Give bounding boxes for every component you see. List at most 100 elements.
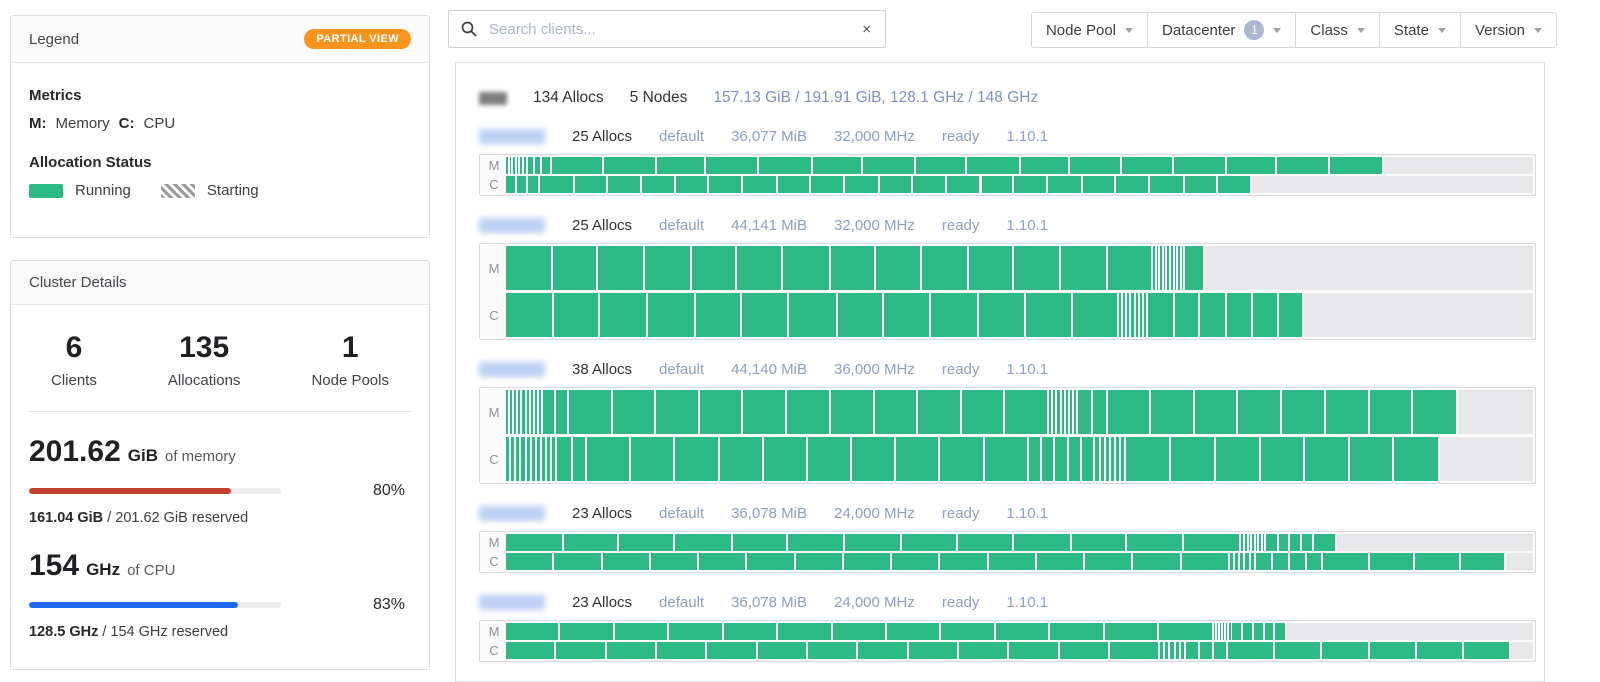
allocation-segment[interactable] bbox=[517, 176, 526, 193]
allocation-segment[interactable] bbox=[534, 390, 537, 434]
allocation-segment[interactable] bbox=[606, 642, 655, 659]
allocation-segment[interactable] bbox=[896, 437, 939, 481]
allocation-segment[interactable] bbox=[967, 157, 1019, 174]
allocation-segment[interactable] bbox=[506, 390, 509, 434]
allocation-segment[interactable] bbox=[757, 642, 806, 659]
allocation-segment[interactable] bbox=[587, 437, 630, 481]
memory-bar[interactable] bbox=[506, 623, 1533, 640]
allocation-segment[interactable] bbox=[1119, 293, 1122, 337]
allocation-segment[interactable] bbox=[542, 390, 555, 434]
allocation-segment[interactable] bbox=[917, 390, 960, 434]
allocation-segment[interactable] bbox=[1028, 437, 1041, 481]
allocation-segment[interactable] bbox=[778, 176, 809, 193]
allocation-segment[interactable] bbox=[554, 553, 601, 570]
allocation-segment[interactable] bbox=[1156, 246, 1159, 290]
allocation-segment[interactable] bbox=[1329, 157, 1383, 174]
cpu-bar[interactable] bbox=[506, 642, 1533, 659]
allocation-segment[interactable] bbox=[518, 390, 521, 434]
filter-datacenter[interactable]: Datacenter 1 bbox=[1148, 13, 1297, 47]
allocation-segment[interactable] bbox=[1116, 176, 1148, 193]
filter-state[interactable]: State bbox=[1379, 13, 1461, 47]
allocation-segment[interactable] bbox=[1175, 642, 1179, 659]
allocation-segment[interactable] bbox=[514, 390, 517, 434]
allocation-segment[interactable] bbox=[995, 623, 1049, 640]
allocation-segment[interactable] bbox=[1123, 293, 1126, 337]
allocation-segment[interactable] bbox=[655, 390, 699, 434]
allocation-segment[interactable] bbox=[541, 157, 551, 174]
allocation-segment[interactable] bbox=[1135, 293, 1138, 337]
allocation-segment[interactable] bbox=[1275, 642, 1321, 659]
allocation-segment[interactable] bbox=[552, 157, 602, 174]
allocation-segment[interactable] bbox=[538, 390, 541, 434]
allocation-segment[interactable] bbox=[1048, 176, 1082, 193]
allocation-segment[interactable] bbox=[908, 642, 957, 659]
allocation-segment[interactable] bbox=[1153, 246, 1155, 290]
allocation-segment[interactable] bbox=[1126, 437, 1170, 481]
allocation-segment[interactable] bbox=[1014, 246, 1059, 290]
allocation-segment[interactable] bbox=[1275, 623, 1285, 640]
allocation-segment[interactable] bbox=[520, 157, 522, 174]
allocation-segment[interactable] bbox=[600, 293, 646, 337]
allocation-segment[interactable] bbox=[1213, 623, 1216, 640]
allocation-segment[interactable] bbox=[691, 246, 736, 290]
allocation-segment[interactable] bbox=[552, 437, 556, 481]
memory-bar[interactable] bbox=[506, 157, 1533, 174]
allocation-segment[interactable] bbox=[1195, 390, 1237, 434]
allocation-segment[interactable] bbox=[988, 553, 1035, 570]
allocation-segment[interactable] bbox=[1414, 553, 1460, 570]
allocation-segment[interactable] bbox=[1230, 553, 1234, 570]
allocation-segment[interactable] bbox=[719, 437, 762, 481]
allocation-segment[interactable] bbox=[1009, 642, 1058, 659]
allocation-segment[interactable] bbox=[981, 176, 1013, 193]
allocation-segment[interactable] bbox=[547, 437, 551, 481]
allocation-segment[interactable] bbox=[553, 246, 597, 290]
allocation-segment[interactable] bbox=[1085, 553, 1132, 570]
allocation-segment[interactable] bbox=[539, 176, 573, 193]
allocation-segment[interactable] bbox=[644, 246, 690, 290]
allocation-segment[interactable] bbox=[1036, 553, 1084, 570]
allocation-segment[interactable] bbox=[1073, 390, 1077, 434]
allocation-segment[interactable] bbox=[1160, 642, 1164, 659]
allocation-segment[interactable] bbox=[811, 176, 843, 193]
allocation-segment[interactable] bbox=[1277, 157, 1328, 174]
allocation-segment[interactable] bbox=[1105, 437, 1109, 481]
allocation-segment[interactable] bbox=[1149, 176, 1183, 193]
allocation-segment[interactable] bbox=[1060, 246, 1106, 290]
allocation-segment[interactable] bbox=[1180, 642, 1184, 659]
allocation-segment[interactable] bbox=[1072, 293, 1118, 337]
allocation-segment[interactable] bbox=[1165, 642, 1169, 659]
node-name-redacted[interactable] bbox=[479, 129, 545, 144]
allocation-segment[interactable] bbox=[506, 293, 553, 337]
allocation-segment[interactable] bbox=[1232, 623, 1242, 640]
allocation-segment[interactable] bbox=[526, 390, 529, 434]
allocation-segment[interactable] bbox=[892, 553, 939, 570]
allocation-segment[interactable] bbox=[1005, 390, 1048, 434]
allocation-segment[interactable] bbox=[1252, 293, 1278, 337]
allocation-segment[interactable] bbox=[707, 642, 756, 659]
allocation-segment[interactable] bbox=[1278, 534, 1289, 551]
allocation-segment[interactable] bbox=[556, 390, 567, 434]
allocation-segment[interactable] bbox=[1069, 390, 1072, 434]
allocation-segment[interactable] bbox=[1061, 390, 1064, 434]
allocation-segment[interactable] bbox=[631, 437, 674, 481]
allocation-segment[interactable] bbox=[743, 390, 786, 434]
allocation-segment[interactable] bbox=[1057, 390, 1060, 434]
allocation-segment[interactable] bbox=[1163, 246, 1166, 290]
cpu-bar[interactable] bbox=[506, 176, 1533, 193]
allocation-segment[interactable] bbox=[1082, 437, 1094, 481]
allocation-segment[interactable] bbox=[957, 534, 1013, 551]
allocation-segment[interactable] bbox=[1289, 553, 1306, 570]
allocation-segment[interactable] bbox=[1279, 293, 1302, 337]
allocation-segment[interactable] bbox=[1181, 246, 1184, 290]
filter-version[interactable]: Version bbox=[1460, 13, 1556, 47]
node-name-redacted[interactable] bbox=[479, 218, 545, 233]
allocation-segment[interactable] bbox=[1110, 437, 1115, 481]
allocation-segment[interactable] bbox=[1170, 642, 1174, 659]
allocation-segment[interactable] bbox=[1025, 293, 1071, 337]
allocation-segment[interactable] bbox=[1244, 534, 1247, 551]
allocation-segment[interactable] bbox=[1219, 623, 1222, 640]
allocation-segment[interactable] bbox=[830, 246, 874, 290]
allocation-segment[interactable] bbox=[618, 534, 674, 551]
allocation-segment[interactable] bbox=[1302, 534, 1312, 551]
allocation-segment[interactable] bbox=[1369, 642, 1415, 659]
